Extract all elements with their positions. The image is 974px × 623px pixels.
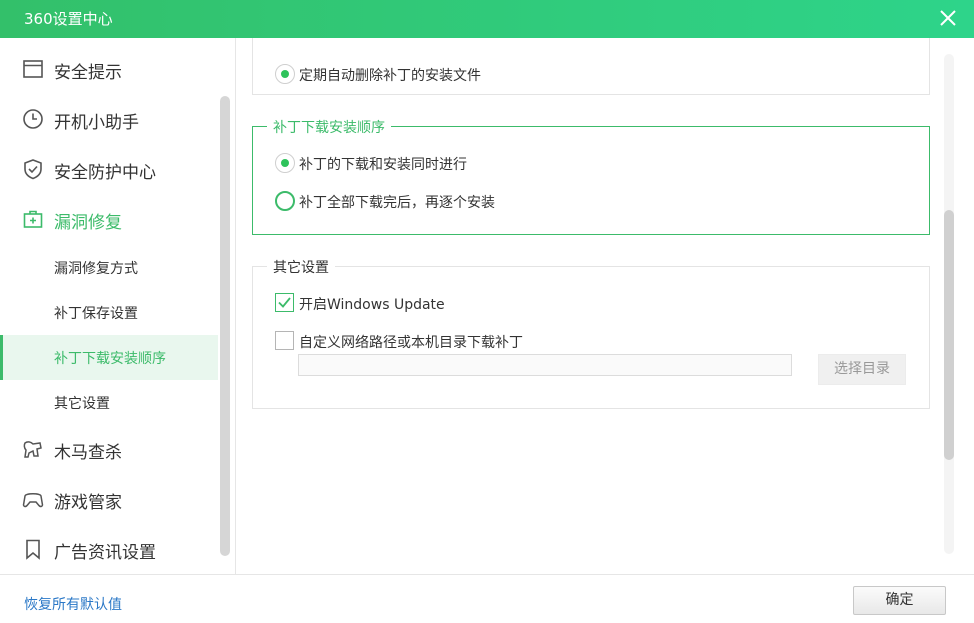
windows-update-checkbox[interactable] [275,293,294,312]
sequential-radio[interactable] [275,191,295,211]
other-settings-title: 其它设置 [267,257,335,277]
main-scrollbar[interactable] [944,210,954,460]
auto-delete-label: 定期自动删除补丁的安装文件 [299,68,481,84]
subitem-label: 补丁保存设置 [54,306,138,322]
simultaneous-radio[interactable] [275,153,295,173]
sidebar-item-security-tips[interactable]: 安全提示 [0,46,218,92]
title-bar: 360设置中心 [0,0,974,38]
subitem-label: 其它设置 [54,396,110,412]
subitem-patch-save[interactable]: 补丁保存设置 [0,290,218,335]
subitem-download-order[interactable]: 补丁下载安装顺序 [0,335,218,380]
window-icon [23,60,43,78]
sidebar-scrollbar[interactable] [220,96,230,556]
shield-check-icon [24,159,42,180]
sidebar-item-vuln-repair[interactable]: 漏洞修复 [0,196,218,242]
clock-icon [23,109,43,129]
ok-button[interactable]: 确定 [853,586,946,615]
auto-delete-radio[interactable] [275,64,295,84]
sidebar-item-game-manager[interactable]: 游戏管家 [0,476,218,522]
sidebar-item-protection-center[interactable]: 安全防护中心 [0,146,218,192]
sidebar: 安全提示 开机小助手 安全防护中心 漏洞修复 漏洞修复方式 补丁保存设置 补丁下… [0,38,236,574]
subitem-repair-method[interactable]: 漏洞修复方式 [0,245,218,290]
subitem-label: 补丁下载安装顺序 [54,351,166,367]
sidebar-item-label: 安全提示 [54,63,122,83]
choose-dir-button[interactable]: 选择目录 [818,354,906,385]
sidebar-item-label: 游戏管家 [54,493,122,513]
sidebar-item-boot-assistant[interactable]: 开机小助手 [0,96,218,142]
horse-icon [23,441,42,458]
other-settings-section: 其它设置 开启Windows Update 自定义网络路径或本机目录下载补丁 选… [252,257,930,409]
gamepad-icon [22,493,44,508]
close-icon[interactable] [936,6,960,30]
sidebar-item-label: 木马查杀 [54,443,122,463]
checkmark-icon [278,297,291,308]
patch-save-section: 定期自动删除补丁的安装文件 [252,38,930,95]
restore-defaults-link[interactable]: 恢复所有默认值 [24,594,122,614]
active-indicator [0,335,3,380]
custom-path-label: 自定义网络路径或本机目录下载补丁 [299,335,523,351]
sidebar-item-trojan-scan[interactable]: 木马查杀 [0,426,218,472]
footer: 恢复所有默认值 确定 [0,574,974,623]
sequential-label: 补丁全部下载完后，再逐个安装 [299,195,495,211]
subitem-other-settings[interactable]: 其它设置 [0,380,218,425]
windows-update-label: 开启Windows Update [299,297,445,313]
download-order-title: 补丁下载安装顺序 [267,117,391,137]
bookmark-icon [26,539,40,560]
sidebar-item-label: 广告资讯设置 [54,543,156,563]
simultaneous-label: 补丁的下载和安装同时进行 [299,157,467,173]
window-title: 360设置中心 [24,10,113,28]
main-panel: 定期自动删除补丁的安装文件 补丁下载安装顺序 补丁的下载和安装同时进行 补丁全部… [237,38,974,574]
sidebar-item-label: 开机小助手 [54,113,139,133]
sidebar-item-label: 安全防护中心 [54,163,156,183]
download-path-input[interactable] [298,354,792,376]
medkit-icon [23,210,43,228]
custom-path-checkbox[interactable] [275,331,294,350]
subitem-label: 漏洞修复方式 [54,261,138,277]
sidebar-item-label: 漏洞修复 [54,213,122,233]
sidebar-item-ad-settings[interactable]: 广告资讯设置 [0,526,218,572]
download-order-section: 补丁下载安装顺序 补丁的下载和安装同时进行 补丁全部下载完后，再逐个安装 [252,117,930,235]
